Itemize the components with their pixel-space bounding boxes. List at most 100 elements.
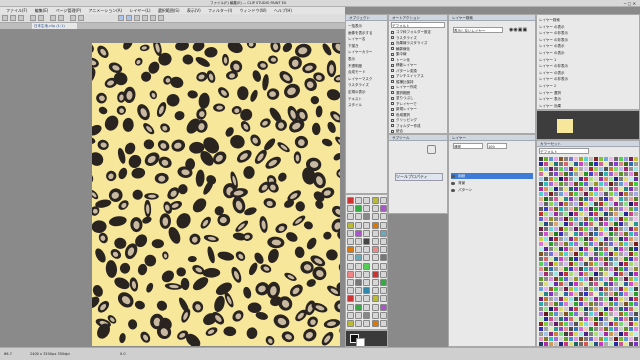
color-swatch[interactable] <box>559 297 563 301</box>
color-swatch[interactable] <box>599 242 603 246</box>
color-swatch[interactable] <box>549 157 553 161</box>
color-swatch[interactable] <box>579 272 583 276</box>
color-swatch[interactable] <box>584 252 588 256</box>
open-icon[interactable] <box>10 15 16 21</box>
color-swatch[interactable] <box>624 292 628 296</box>
color-swatch[interactable] <box>619 277 623 281</box>
color-swatch[interactable] <box>544 232 548 236</box>
color-swatch[interactable] <box>634 227 638 231</box>
layer-result-row[interactable]: レイヤー の非表示 <box>539 76 637 82</box>
color-swatch[interactable] <box>564 342 568 346</box>
color-swatch[interactable] <box>579 162 583 166</box>
color-swatch[interactable] <box>629 272 633 276</box>
tool-property-row[interactable]: スタイル <box>348 102 385 108</box>
clear-icon[interactable] <box>50 15 56 21</box>
color-swatch[interactable] <box>619 212 623 216</box>
tool-property-row[interactable]: レイヤー名 <box>348 36 385 42</box>
color-swatch[interactable] <box>599 307 603 311</box>
color-swatch[interactable] <box>559 227 563 231</box>
color-swatch[interactable] <box>589 307 593 311</box>
color-swatch[interactable] <box>544 192 548 196</box>
color-swatch[interactable] <box>614 307 618 311</box>
color-swatch[interactable] <box>559 257 563 261</box>
color-swatch[interactable] <box>619 187 623 191</box>
color-swatch[interactable] <box>559 157 563 161</box>
color-swatch[interactable] <box>559 262 563 266</box>
color-swatch[interactable] <box>574 157 578 161</box>
tool-button-icon[interactable] <box>355 295 363 303</box>
color-swatch[interactable] <box>564 322 568 326</box>
color-swatch[interactable] <box>619 217 623 221</box>
checkbox[interactable] <box>391 63 394 67</box>
color-swatch[interactable] <box>629 207 633 211</box>
color-swatch[interactable] <box>579 227 583 231</box>
color-swatch[interactable] <box>634 157 638 161</box>
color-swatch[interactable] <box>599 327 603 331</box>
color-swatch[interactable] <box>569 277 573 281</box>
color-swatch[interactable] <box>564 177 568 181</box>
color-swatch[interactable] <box>614 342 618 346</box>
color-swatch[interactable] <box>554 172 558 176</box>
color-swatch[interactable] <box>544 237 548 241</box>
color-swatch[interactable] <box>584 207 588 211</box>
tool-button-icon[interactable] <box>355 262 363 270</box>
color-swatch[interactable] <box>579 212 583 216</box>
color-swatch[interactable] <box>549 257 553 261</box>
color-swatch[interactable] <box>614 237 618 241</box>
color-swatch[interactable] <box>594 332 598 336</box>
color-swatch[interactable] <box>624 217 628 221</box>
color-swatch[interactable] <box>574 232 578 236</box>
color-swatch[interactable] <box>599 157 603 161</box>
color-swatch[interactable] <box>569 327 573 331</box>
tool-button-icon[interactable] <box>363 262 371 270</box>
tool-button-icon[interactable] <box>379 287 387 295</box>
tool-button-icon[interactable] <box>363 221 371 229</box>
color-swatch[interactable] <box>594 257 598 261</box>
tool-property-row[interactable]: 下描き <box>348 43 385 49</box>
color-swatch[interactable] <box>594 177 598 181</box>
color-swatch[interactable] <box>614 252 618 256</box>
fill-tool-icon[interactable] <box>158 15 164 21</box>
color-swatch[interactable] <box>634 217 638 221</box>
tool-button-icon[interactable] <box>355 270 363 278</box>
color-swatch[interactable] <box>589 207 593 211</box>
color-swatch[interactable] <box>589 322 593 326</box>
color-swatch[interactable] <box>564 172 568 176</box>
color-swatch[interactable] <box>599 222 603 226</box>
color-swatch[interactable] <box>634 342 638 346</box>
color-swatch[interactable] <box>564 317 568 321</box>
color-swatch[interactable] <box>614 312 618 316</box>
color-swatch[interactable] <box>549 267 553 271</box>
color-swatch[interactable] <box>579 192 583 196</box>
color-swatch[interactable] <box>584 297 588 301</box>
color-swatch[interactable] <box>569 177 573 181</box>
color-swatch[interactable] <box>624 207 628 211</box>
color-swatch[interactable] <box>569 292 573 296</box>
color-swatch[interactable] <box>559 272 563 276</box>
tool-property-row[interactable]: レイヤーマスク <box>348 76 385 82</box>
new-icon[interactable] <box>2 15 8 21</box>
color-swatch[interactable] <box>624 247 628 251</box>
color-swatch[interactable] <box>604 257 608 261</box>
color-swatch[interactable] <box>549 242 553 246</box>
color-swatch[interactable] <box>569 212 573 216</box>
color-swatch[interactable] <box>599 177 603 181</box>
tool-button-icon[interactable] <box>363 213 371 221</box>
color-swatch[interactable] <box>599 247 603 251</box>
color-swatch[interactable] <box>569 217 573 221</box>
color-swatch[interactable] <box>629 267 633 271</box>
color-swatch[interactable] <box>594 277 598 281</box>
color-swatch[interactable] <box>554 337 558 341</box>
color-swatch[interactable] <box>554 207 558 211</box>
color-swatch[interactable] <box>599 292 603 296</box>
color-swatch[interactable] <box>634 317 638 321</box>
color-swatch[interactable] <box>594 342 598 346</box>
color-swatch[interactable] <box>559 337 563 341</box>
color-swatch[interactable] <box>634 292 638 296</box>
color-swatch[interactable] <box>604 282 608 286</box>
tool-button-icon[interactable] <box>379 279 387 286</box>
tool-button-icon[interactable] <box>379 221 387 229</box>
color-swatch[interactable] <box>609 197 613 201</box>
color-swatch[interactable] <box>539 182 543 186</box>
color-swatch[interactable] <box>609 317 613 321</box>
